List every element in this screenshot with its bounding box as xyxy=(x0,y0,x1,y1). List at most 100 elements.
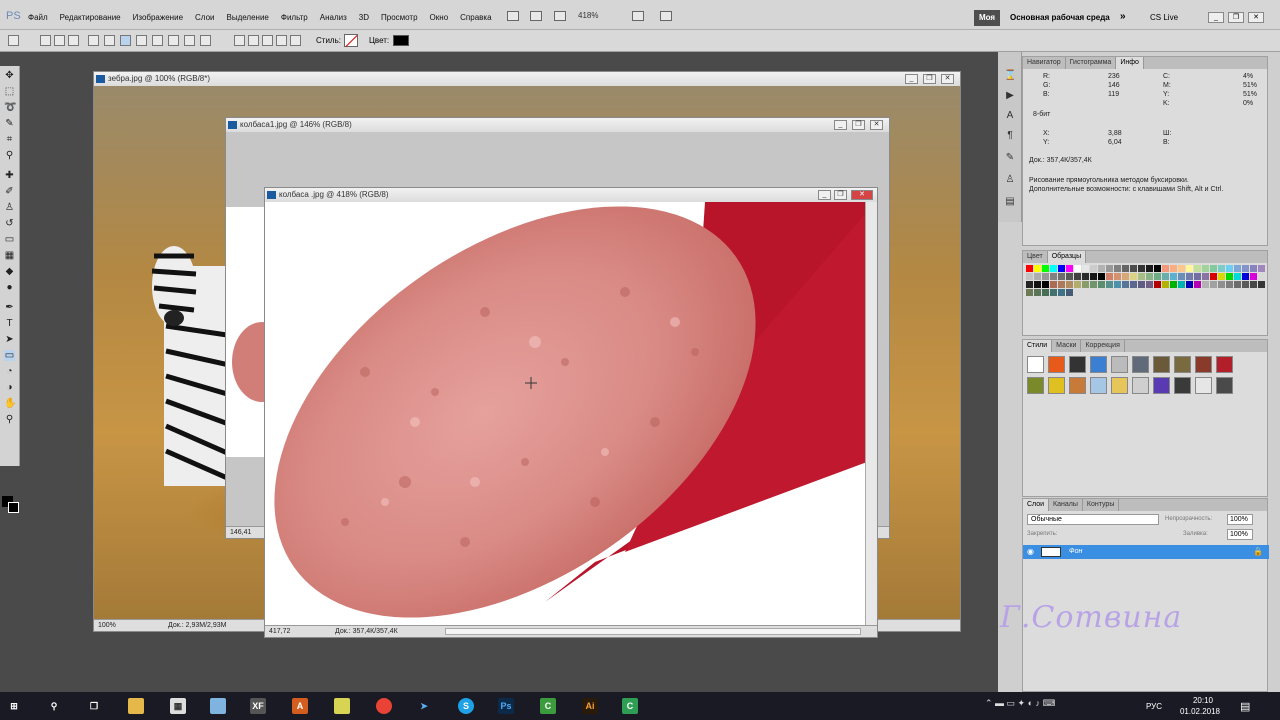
clock-date[interactable]: 01.02.2018 xyxy=(1170,707,1230,716)
style-preset[interactable] xyxy=(1111,377,1128,394)
swatch[interactable] xyxy=(1194,265,1201,272)
swatch[interactable] xyxy=(1098,265,1105,272)
swatch[interactable] xyxy=(1026,273,1033,280)
xf-icon[interactable]: XF xyxy=(250,698,266,714)
swatch[interactable] xyxy=(1042,281,1049,288)
doc-size[interactable]: Док.: 357,4К/357,4К xyxy=(335,626,398,637)
tab-info[interactable]: Инфо xyxy=(1116,57,1144,69)
swatch[interactable] xyxy=(1042,289,1049,296)
line-icon[interactable] xyxy=(184,35,195,46)
camtasia-icon[interactable]: C xyxy=(540,698,556,714)
swatch[interactable] xyxy=(1186,273,1193,280)
zoom-level-field[interactable]: 418% xyxy=(578,11,618,23)
type-tool-icon[interactable]: T xyxy=(4,318,15,329)
swatch[interactable] xyxy=(1114,265,1121,272)
system-tray[interactable]: ⌃ ▬ ▭ ✦ ◐ ♪ ⌨ xyxy=(985,698,1056,709)
swatch[interactable] xyxy=(1218,273,1225,280)
doc-size[interactable]: Док.: 2,93М/2,93М xyxy=(168,620,226,631)
doc-title-kolbasa1[interactable]: колбаса1.jpg @ 146% (RGB/8) _ ❐ ✕ xyxy=(226,118,889,132)
bridge-icon[interactable] xyxy=(507,11,519,21)
swatch[interactable] xyxy=(1242,265,1249,272)
restore-icon[interactable]: ❐ xyxy=(852,120,865,130)
style-preset[interactable] xyxy=(1027,356,1044,373)
tab-navigator[interactable]: Навигатор xyxy=(1023,57,1066,69)
language-indicator[interactable]: РУС xyxy=(1146,702,1162,711)
swatch[interactable] xyxy=(1114,273,1121,280)
swatch[interactable] xyxy=(1202,281,1209,288)
style-preset[interactable] xyxy=(1111,356,1128,373)
restore-icon[interactable]: ❐ xyxy=(923,74,936,84)
swatch[interactable] xyxy=(1154,281,1161,288)
calculator-icon[interactable]: ▦ xyxy=(170,698,186,714)
rectangle-tool-icon[interactable]: ▭ xyxy=(4,350,15,361)
swatch[interactable] xyxy=(1058,289,1065,296)
photoshop-taskbar-icon[interactable]: Ps xyxy=(498,698,514,714)
swatch[interactable] xyxy=(1258,273,1265,280)
swatch[interactable] xyxy=(1162,265,1169,272)
combine-exclude-icon[interactable] xyxy=(276,35,287,46)
swatch[interactable] xyxy=(1098,273,1105,280)
eyedropper-tool-icon[interactable]: ⚲ xyxy=(4,150,15,161)
swatch[interactable] xyxy=(1122,281,1129,288)
vertical-scrollbar[interactable] xyxy=(865,202,877,625)
zoom-readout[interactable]: 100% xyxy=(98,620,116,631)
swatch[interactable] xyxy=(1082,273,1089,280)
windows-start-icon[interactable]: ⊞ xyxy=(6,698,22,714)
swatch[interactable] xyxy=(1178,281,1185,288)
swatch[interactable] xyxy=(1226,273,1233,280)
workspace-badge[interactable]: Моя xyxy=(974,10,1000,26)
style-picker[interactable] xyxy=(344,34,358,47)
swatch[interactable] xyxy=(1138,281,1145,288)
swatch[interactable] xyxy=(1026,265,1033,272)
quick-select-tool-icon[interactable]: ✎ xyxy=(4,118,15,129)
pen-icon[interactable] xyxy=(88,35,99,46)
swatch[interactable] xyxy=(1138,273,1145,280)
kolbasa-image[interactable] xyxy=(265,202,865,625)
arrange-documents-icon[interactable] xyxy=(632,11,644,21)
tool-presets-icon[interactable]: ▤ xyxy=(1004,196,1016,208)
style-preset[interactable] xyxy=(1069,356,1086,373)
swatch[interactable] xyxy=(1138,265,1145,272)
swatch[interactable] xyxy=(1250,265,1257,272)
menu-help[interactable]: Справка xyxy=(460,13,491,22)
fill-pixels-icon[interactable] xyxy=(68,35,79,46)
swatch[interactable] xyxy=(1114,281,1121,288)
close-icon[interactable]: ✕ xyxy=(870,120,883,130)
swatch[interactable] xyxy=(1090,281,1097,288)
path-selection-tool-icon[interactable]: ➤ xyxy=(4,334,15,345)
swatch[interactable] xyxy=(1090,265,1097,272)
swatch[interactable] xyxy=(1146,281,1153,288)
move-tool-icon[interactable]: ✥ xyxy=(4,70,15,81)
swatch[interactable] xyxy=(1130,281,1137,288)
file-explorer-icon[interactable] xyxy=(128,698,144,714)
skype-icon[interactable]: S xyxy=(458,698,474,714)
swatch[interactable] xyxy=(1034,289,1041,296)
menu-filter[interactable]: Фильтр xyxy=(281,13,308,22)
clone-stamp-tool-icon[interactable]: ♙ xyxy=(4,202,15,213)
blend-mode-select[interactable]: Обычные xyxy=(1027,514,1159,525)
minimize-icon[interactable]: _ xyxy=(818,190,831,200)
rectangle-shape-icon[interactable] xyxy=(120,35,131,46)
tab-channels[interactable]: Каналы xyxy=(1049,499,1083,511)
minimize-icon[interactable]: _ xyxy=(834,120,847,130)
chrome-icon[interactable] xyxy=(376,698,392,714)
telegram-icon[interactable]: ➤ xyxy=(416,698,432,714)
tab-adjustments[interactable]: Коррекция xyxy=(1081,340,1125,352)
swatch[interactable] xyxy=(1162,273,1169,280)
screen-mode-icon[interactable] xyxy=(660,11,672,21)
doc-title-zebra[interactable]: зебра.jpg @ 100% (RGB/8*) _ ❐ ✕ xyxy=(94,72,960,86)
shape-layers-icon[interactable] xyxy=(40,35,51,46)
tab-styles[interactable]: Стили xyxy=(1023,340,1053,352)
swatch[interactable] xyxy=(1178,273,1185,280)
combine-intersect-icon[interactable] xyxy=(262,35,273,46)
healing-brush-tool-icon[interactable]: ✚ xyxy=(4,170,15,181)
swatch[interactable] xyxy=(1210,273,1217,280)
style-preset[interactable] xyxy=(1069,377,1086,394)
minimize-icon[interactable]: _ xyxy=(1208,12,1224,23)
swatch[interactable] xyxy=(1170,273,1177,280)
dodge-tool-icon[interactable]: ● xyxy=(4,282,15,293)
ellipse-icon[interactable] xyxy=(152,35,163,46)
marquee-tool-icon[interactable]: ⬚ xyxy=(4,86,15,97)
swatch[interactable] xyxy=(1042,273,1049,280)
swatch[interactable] xyxy=(1170,281,1177,288)
